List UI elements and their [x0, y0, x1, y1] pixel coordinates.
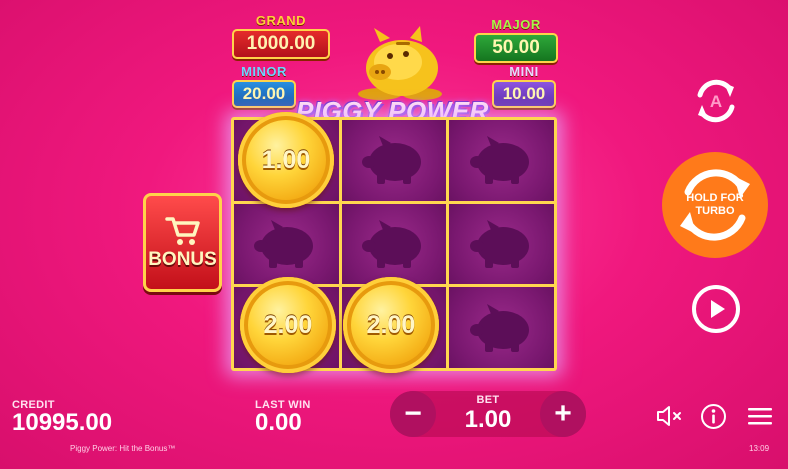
pig-silhouette-icon: [254, 219, 314, 268]
clock: 13:09: [749, 444, 770, 453]
autoplay-button[interactable]: A: [688, 73, 744, 129]
grid-cell: [341, 120, 447, 201]
bonus-buy-button[interactable]: BONUS: [143, 193, 222, 292]
bet-label: BET: [476, 394, 500, 406]
grid-cell: [341, 203, 447, 285]
minor-jackpot: MINOR 20.00: [232, 64, 296, 108]
grid-cell: [449, 287, 554, 368]
golden-pig-icon: [358, 26, 442, 100]
spin-turbo-button[interactable]: HOLD FOR TURBO: [662, 152, 768, 258]
pig-silhouette-icon: [469, 219, 529, 268]
bet-display: BET 1.00: [465, 394, 512, 434]
mini-jackpot-label: MINI: [509, 64, 539, 79]
increase-bet-button[interactable]: +: [540, 391, 586, 437]
info-icon[interactable]: [700, 403, 727, 430]
turbo-label: HOLD FOR TURBO: [686, 192, 744, 217]
bonus-label: BONUS: [148, 248, 217, 270]
mini-jackpot-value: 10.00: [492, 80, 556, 108]
minor-jackpot-label: MINOR: [241, 64, 287, 79]
major-jackpot-value: 50.00: [474, 33, 558, 63]
menu-icon[interactable]: [746, 405, 774, 427]
pig-silhouette-icon: [469, 136, 529, 185]
major-jackpot-label: MAJOR: [491, 17, 541, 32]
coin-symbol: 1.00: [238, 112, 334, 208]
minor-jackpot-value: 20.00: [232, 80, 296, 108]
major-jackpot: MAJOR 50.00: [474, 17, 558, 63]
shopping-cart-icon: [164, 216, 200, 245]
grid-cell: [449, 203, 554, 285]
game-name: Piggy Power: Hit the Bonus™: [70, 444, 176, 453]
grand-jackpot-value: 1000.00: [232, 29, 330, 59]
sound-mute-icon[interactable]: [655, 404, 685, 428]
play-button[interactable]: [689, 282, 743, 336]
grand-jackpot: GRAND 1000.00: [232, 13, 330, 59]
bet-panel: − BET 1.00 +: [390, 391, 586, 437]
coin-symbol: 2.00: [343, 277, 439, 373]
pig-silhouette-icon: [361, 136, 421, 185]
grid-cell: [234, 203, 339, 285]
credit-value: 10995.00: [12, 409, 113, 436]
grand-jackpot-label: GRAND: [255, 13, 307, 28]
grid-cell: [449, 120, 554, 201]
autoplay-letter: A: [710, 92, 722, 111]
bet-value: 1.00: [464, 406, 512, 433]
pig-silhouette-icon: [469, 303, 529, 352]
last-win-value: 0.00: [255, 409, 302, 436]
decrease-bet-button[interactable]: −: [390, 391, 436, 437]
coin-symbol: 2.00: [240, 277, 336, 373]
mini-jackpot: MINI 10.00: [492, 64, 556, 108]
pig-silhouette-icon: [361, 219, 421, 268]
